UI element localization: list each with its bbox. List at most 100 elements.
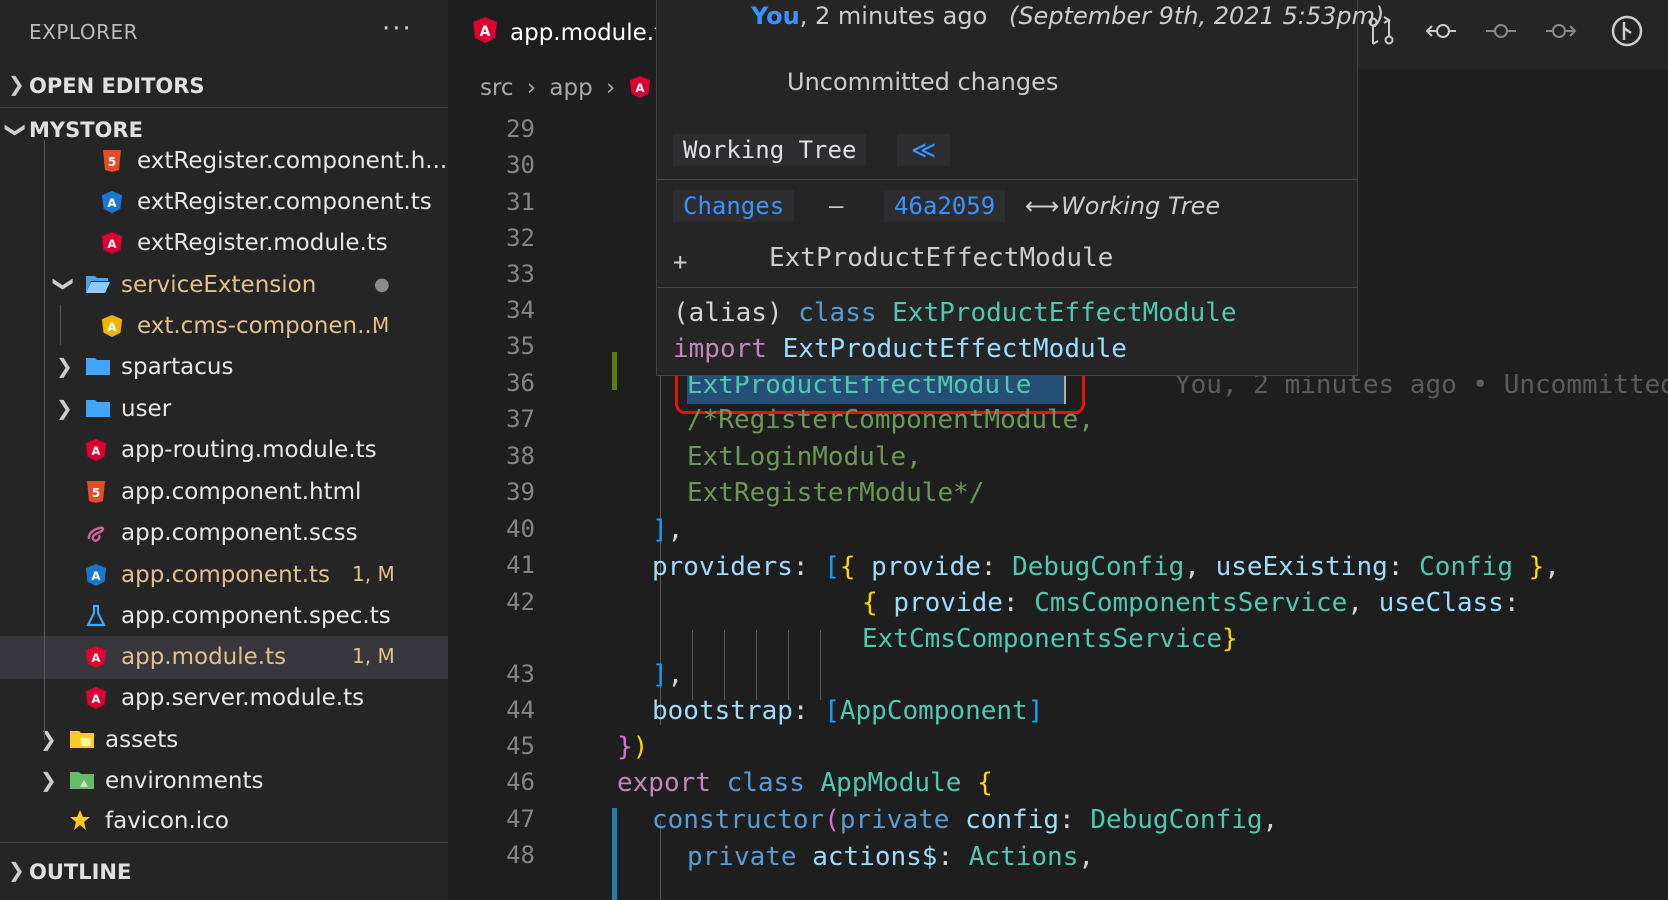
section-outline[interactable]: ❯ OUTLINE [0, 850, 448, 894]
svg-text:A: A [107, 196, 117, 210]
tree-item[interactable]: ❯ assets [0, 719, 448, 762]
line-number: 35 [506, 332, 535, 360]
changes-link[interactable]: Changes [673, 190, 795, 222]
line-number: 39 [506, 478, 535, 506]
tree-item[interactable]: ❯ serviceExtension ● [0, 264, 448, 307]
code-line-40[interactable]: ], [652, 515, 683, 545]
angular-service-icon: A [101, 314, 123, 338]
tree-item[interactable]: Aapp.module.ts 1, M [0, 636, 448, 679]
line-number: 36 [506, 369, 535, 397]
previous-revision-icon[interactable] [1424, 14, 1458, 48]
section-label: OUTLINE [29, 860, 132, 884]
tree-item-label: assets [105, 727, 179, 753]
tab-label: app.module.t [510, 20, 664, 46]
svg-text:A: A [107, 320, 117, 334]
chevron-right-icon: ❯ [8, 72, 25, 96]
tree-item-label: app.module.ts [121, 644, 287, 670]
section-label: MYSTORE [29, 118, 143, 142]
folder-icon [85, 355, 110, 379]
indent-guide [756, 630, 757, 700]
chevron-right-icon: ❯ [40, 768, 57, 792]
svg-text:A: A [91, 569, 101, 583]
breadcrumb-src[interactable]: src [480, 75, 514, 101]
angular-component-icon: A [85, 563, 107, 587]
code-line-42[interactable]: { provide: CmsComponentsService, useClas… [862, 588, 1519, 618]
svg-text:A: A [91, 444, 101, 458]
code-line-47[interactable]: constructor(private config: DebugConfig, [652, 805, 1278, 835]
tree-item-label: extRegister.component.h... [137, 148, 448, 174]
tree-indent-guide [44, 140, 45, 740]
angular-component-icon: A [101, 190, 123, 214]
indent-guide [724, 630, 725, 700]
tree-item-label: extRegister.module.ts [137, 230, 388, 256]
commit-date: (September 9th, 2021 5:53pm) [1008, 2, 1385, 30]
more-actions-icon[interactable]: ··· [382, 14, 413, 44]
svg-text:A: A [107, 237, 117, 251]
commit-header: You, 2 minutes ago (September 9th, 2021 … [751, 2, 1384, 30]
tree-item-label: serviceExtension [121, 272, 317, 298]
tree-item[interactable]: AextRegister.component.ts [0, 181, 448, 224]
tree-item[interactable]: ❯ spartacus [0, 346, 448, 389]
indent-guide [820, 630, 821, 700]
svg-text:A: A [635, 81, 645, 95]
modified-dot-icon: ● [374, 274, 390, 295]
tree-item[interactable]: AextRegister.module.ts [0, 222, 448, 265]
line-number: 33 [506, 260, 535, 288]
tree-item-label: ext.cms-componen... [137, 313, 380, 339]
author-link[interactable]: You [751, 2, 800, 30]
code-line-45[interactable]: }) [617, 732, 648, 762]
code-line-37[interactable]: /*RegisterComponentModule, [687, 405, 1094, 435]
chevron-right-icon: › [526, 75, 537, 101]
tree-item[interactable]: ❯ environments [0, 760, 448, 803]
tree-item-label: app-routing.module.ts [121, 437, 377, 463]
angular-icon: A [85, 686, 107, 710]
tree-item[interactable]: ❯ user [0, 388, 448, 431]
breadcrumb-app[interactable]: app [549, 75, 592, 101]
folder-assets-icon [69, 728, 94, 752]
tree-item[interactable]: Aapp.component.ts 1, M [0, 554, 448, 597]
tree-item[interactable]: favicon.ico [0, 800, 448, 843]
tree-item-label: app.component.ts [121, 562, 331, 588]
code-line-38[interactable]: ExtLoginModule, [687, 442, 922, 472]
chevron-down-icon: ❯ [4, 121, 29, 139]
next-revision-icon[interactable] [1544, 14, 1578, 48]
collapse-button[interactable]: ≪ [897, 134, 951, 166]
line-number: 47 [506, 805, 535, 833]
angular-icon: A [101, 231, 123, 255]
tree-item[interactable]: Aapp-routing.module.ts [0, 429, 448, 472]
tree-item[interactable]: 5 extRegister.component.h... [0, 140, 448, 183]
commit-icon[interactable] [1484, 14, 1518, 48]
tree-item-label: app.server.module.ts [121, 685, 365, 711]
commit-message: Uncommitted changes [787, 68, 1059, 96]
line-number: 41 [506, 551, 535, 579]
section-label: OPEN EDITORS [29, 74, 205, 98]
line-number: 42 [506, 588, 535, 616]
code-line-41[interactable]: providers: [{ provide: DebugConfig, useE… [652, 552, 1560, 582]
line-number: 45 [506, 732, 535, 760]
gitlens-icon[interactable] [1610, 14, 1644, 48]
code-line-39[interactable]: ExtRegisterModule*/ [687, 478, 984, 508]
code-line-44[interactable]: bootstrap: [AppComponent] [652, 696, 1043, 726]
angular-icon: A [85, 438, 107, 462]
tree-item[interactable]: Aext.cms-componen... M [0, 305, 448, 348]
code-line-46[interactable]: export class AppModule { [617, 768, 993, 798]
test-flask-icon [85, 604, 107, 628]
blame-hover-popup: You, 2 minutes ago (September 9th, 2021 … [656, 0, 1384, 376]
git-status-badge: 1, M [352, 644, 395, 668]
commit-sha-link[interactable]: 46a2059 [884, 190, 1006, 222]
tree-item-label: environments [105, 768, 264, 794]
tree-indent-guide [60, 305, 61, 345]
import-signature: import ExtProductEffectModule [673, 334, 1127, 364]
code-line-43[interactable]: ], [652, 660, 683, 690]
html-icon: 5 [101, 149, 123, 173]
code-line-48[interactable]: private actions$: Actions, [687, 842, 1094, 872]
code-line-42-wrap[interactable]: ExtCmsComponentsService} [862, 624, 1238, 654]
tree-item[interactable]: app.component.spec.ts [0, 595, 448, 638]
section-open-editors[interactable]: ❯ OPEN EDITORS [0, 64, 448, 108]
tree-item[interactable]: app.component.scss [0, 512, 448, 555]
tree-item[interactable]: 5 app.component.html [0, 471, 448, 514]
explorer-sidebar: EXPLORER ··· ❯ OPEN EDITORS ❯ MYSTORE 5 e… [0, 0, 448, 900]
indent-guide [788, 630, 789, 700]
tree-item[interactable]: Aapp.server.module.ts [0, 677, 448, 720]
tree-item-label: app.component.spec.ts [121, 603, 391, 629]
